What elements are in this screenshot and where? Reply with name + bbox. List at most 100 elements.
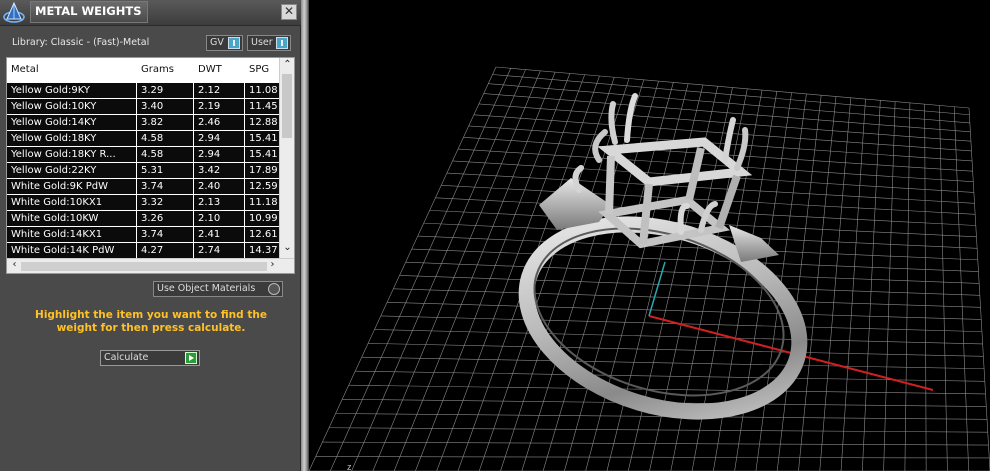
calculate-button[interactable]: Calculate — [100, 350, 200, 366]
column-header-spg[interactable]: SPG — [245, 58, 279, 82]
table-row[interactable]: White Gold:10KW 3.26 2.10 10.99 — [7, 210, 279, 226]
grams-cell: 4.58 — [137, 147, 194, 162]
spg-cell: 15.41 — [249, 133, 278, 144]
prong — [624, 93, 638, 143]
metal-cell: White Gold:10KX1 — [7, 195, 137, 210]
scroll-right-icon[interactable]: › — [265, 259, 280, 270]
grid-line — [968, 107, 990, 471]
table-row[interactable]: Yellow Gold:18KY R... 4.58 2.94 15.41 — [7, 146, 279, 162]
radio-icon — [268, 283, 280, 295]
grams-cell: 4.58 — [137, 131, 194, 146]
head-gallery-top — [597, 137, 753, 187]
horizontal-scroll-thumb[interactable] — [21, 262, 267, 271]
grid-line — [361, 356, 985, 370]
table-row[interactable]: White Gold:14K PdW 4.27 2.74 14.37 — [7, 242, 279, 258]
use-object-materials-toggle[interactable]: Use Object Materials — [153, 281, 283, 297]
table-body: Yellow Gold:9KY 3.29 2.12 11.08 Yellow Gold:… — [7, 82, 279, 258]
table-row[interactable]: White Gold:9K PdW 3.74 2.40 12.59 — [7, 178, 279, 194]
table-row[interactable]: White Gold:14KX1 3.74 2.41 12.61 — [7, 226, 279, 242]
head-post — [605, 155, 615, 215]
3d-viewport[interactable]: z — [309, 0, 990, 471]
table-header: Metal Grams DWT SPG — [7, 58, 279, 82]
prong — [734, 127, 749, 171]
table-row[interactable]: Yellow Gold:18KY 4.58 2.94 15.41 — [7, 130, 279, 146]
scene-canvas[interactable]: z — [309, 0, 990, 471]
metal-cell: White Gold:14KX1 — [7, 227, 137, 242]
grid-line — [478, 77, 615, 471]
close-button[interactable]: ✕ — [281, 4, 297, 20]
title-bar[interactable]: METAL WEIGHTS ✕ — [0, 0, 301, 26]
scroll-up-icon[interactable]: ⌃ — [280, 59, 295, 70]
grams-cell: 3.32 — [137, 195, 194, 210]
spg-cell: 10.99 — [249, 213, 278, 224]
play-icon — [185, 352, 197, 364]
table-row[interactable]: Yellow Gold:14KY 3.82 2.46 12.88 — [7, 114, 279, 130]
toggle-switch-icon — [276, 37, 288, 49]
metal-cell: Yellow Gold:10KY — [7, 99, 137, 114]
grid-line — [819, 97, 852, 471]
panel-splitter[interactable] — [301, 0, 309, 471]
dwt-cell: 2.13 — [194, 195, 245, 210]
grams-cell: 5.31 — [137, 163, 194, 178]
dwt-cell: 2.40 — [194, 179, 245, 194]
dwt-cell: 2.74 — [194, 243, 245, 258]
metal-cell: Yellow Gold:14KY — [7, 115, 137, 130]
metal-cell: Yellow Gold:18KY — [7, 131, 137, 146]
metal-cell: Yellow Gold:22KY — [7, 163, 137, 178]
grid-line — [436, 74, 585, 471]
metal-cell: Yellow Gold:18KY R... — [7, 147, 137, 162]
grid-line — [840, 99, 866, 471]
spg-cell: 12.88 — [249, 117, 278, 128]
grid-line — [387, 302, 982, 320]
dwt-cell: 2.46 — [194, 115, 245, 130]
grid-line — [776, 95, 822, 471]
calculate-label: Calculate — [104, 352, 149, 363]
user-toggle[interactable]: User — [247, 35, 291, 51]
dwt-cell: 3.42 — [194, 163, 245, 178]
user-toggle-label: User — [251, 37, 273, 48]
spg-cell: 12.61 — [249, 229, 278, 240]
spg-cell: 11.08 — [249, 85, 278, 96]
scroll-left-icon[interactable]: ‹ — [7, 259, 22, 270]
horizontal-scrollbar[interactable]: ‹ › — [7, 258, 294, 273]
grid-line — [399, 275, 980, 296]
column-header-grams[interactable]: Grams — [137, 58, 194, 82]
window-title: METAL WEIGHTS — [30, 1, 148, 23]
table-row[interactable]: Yellow Gold:9KY 3.29 2.12 11.08 — [7, 82, 279, 98]
use-object-materials-label: Use Object Materials — [157, 283, 256, 294]
table-row[interactable]: Yellow Gold:22KY 5.31 3.42 17.89 — [7, 162, 279, 178]
grid-line — [904, 102, 911, 471]
toggle-switch-icon — [228, 37, 240, 49]
grams-cell: 3.40 — [137, 99, 194, 114]
grid-line — [415, 73, 571, 471]
grid-line — [368, 343, 984, 357]
spg-cell: 14.37 — [249, 245, 278, 256]
grid-line — [393, 288, 981, 308]
vertical-scrollbar[interactable]: ⌃ ⌄ — [279, 58, 294, 258]
dwt-cell: 2.41 — [194, 227, 245, 242]
table-row[interactable]: White Gold:10KX1 3.32 2.13 11.18 — [7, 194, 279, 210]
column-header-dwt[interactable]: DWT — [194, 58, 245, 82]
metal-cell: White Gold:10KW — [7, 211, 137, 226]
grams-cell: 3.74 — [137, 227, 194, 242]
grid-line — [500, 78, 630, 471]
ring-band — [518, 216, 808, 420]
metal-cell: White Gold:14K PdW — [7, 243, 137, 258]
prong — [608, 101, 618, 145]
scroll-down-icon[interactable]: ⌄ — [280, 242, 295, 253]
grams-cell: 4.27 — [137, 243, 194, 258]
column-header-metal[interactable]: Metal — [7, 58, 137, 82]
spg-cell: 11.18 — [249, 197, 278, 208]
prong — [722, 117, 736, 163]
table-row[interactable]: Yellow Gold:10KY 3.40 2.19 11.45 — [7, 98, 279, 114]
grid-line — [939, 105, 948, 471]
dwt-cell: 2.12 — [194, 83, 245, 98]
grams-cell: 3.29 — [137, 83, 194, 98]
grid-line — [798, 96, 837, 471]
vertical-scroll-thumb[interactable] — [282, 74, 292, 138]
grid-line — [862, 100, 881, 471]
grid-line — [330, 68, 512, 471]
metal-cell: Yellow Gold:9KY — [7, 83, 137, 98]
gv-toggle[interactable]: GV — [206, 35, 243, 51]
prong — [572, 165, 584, 193]
